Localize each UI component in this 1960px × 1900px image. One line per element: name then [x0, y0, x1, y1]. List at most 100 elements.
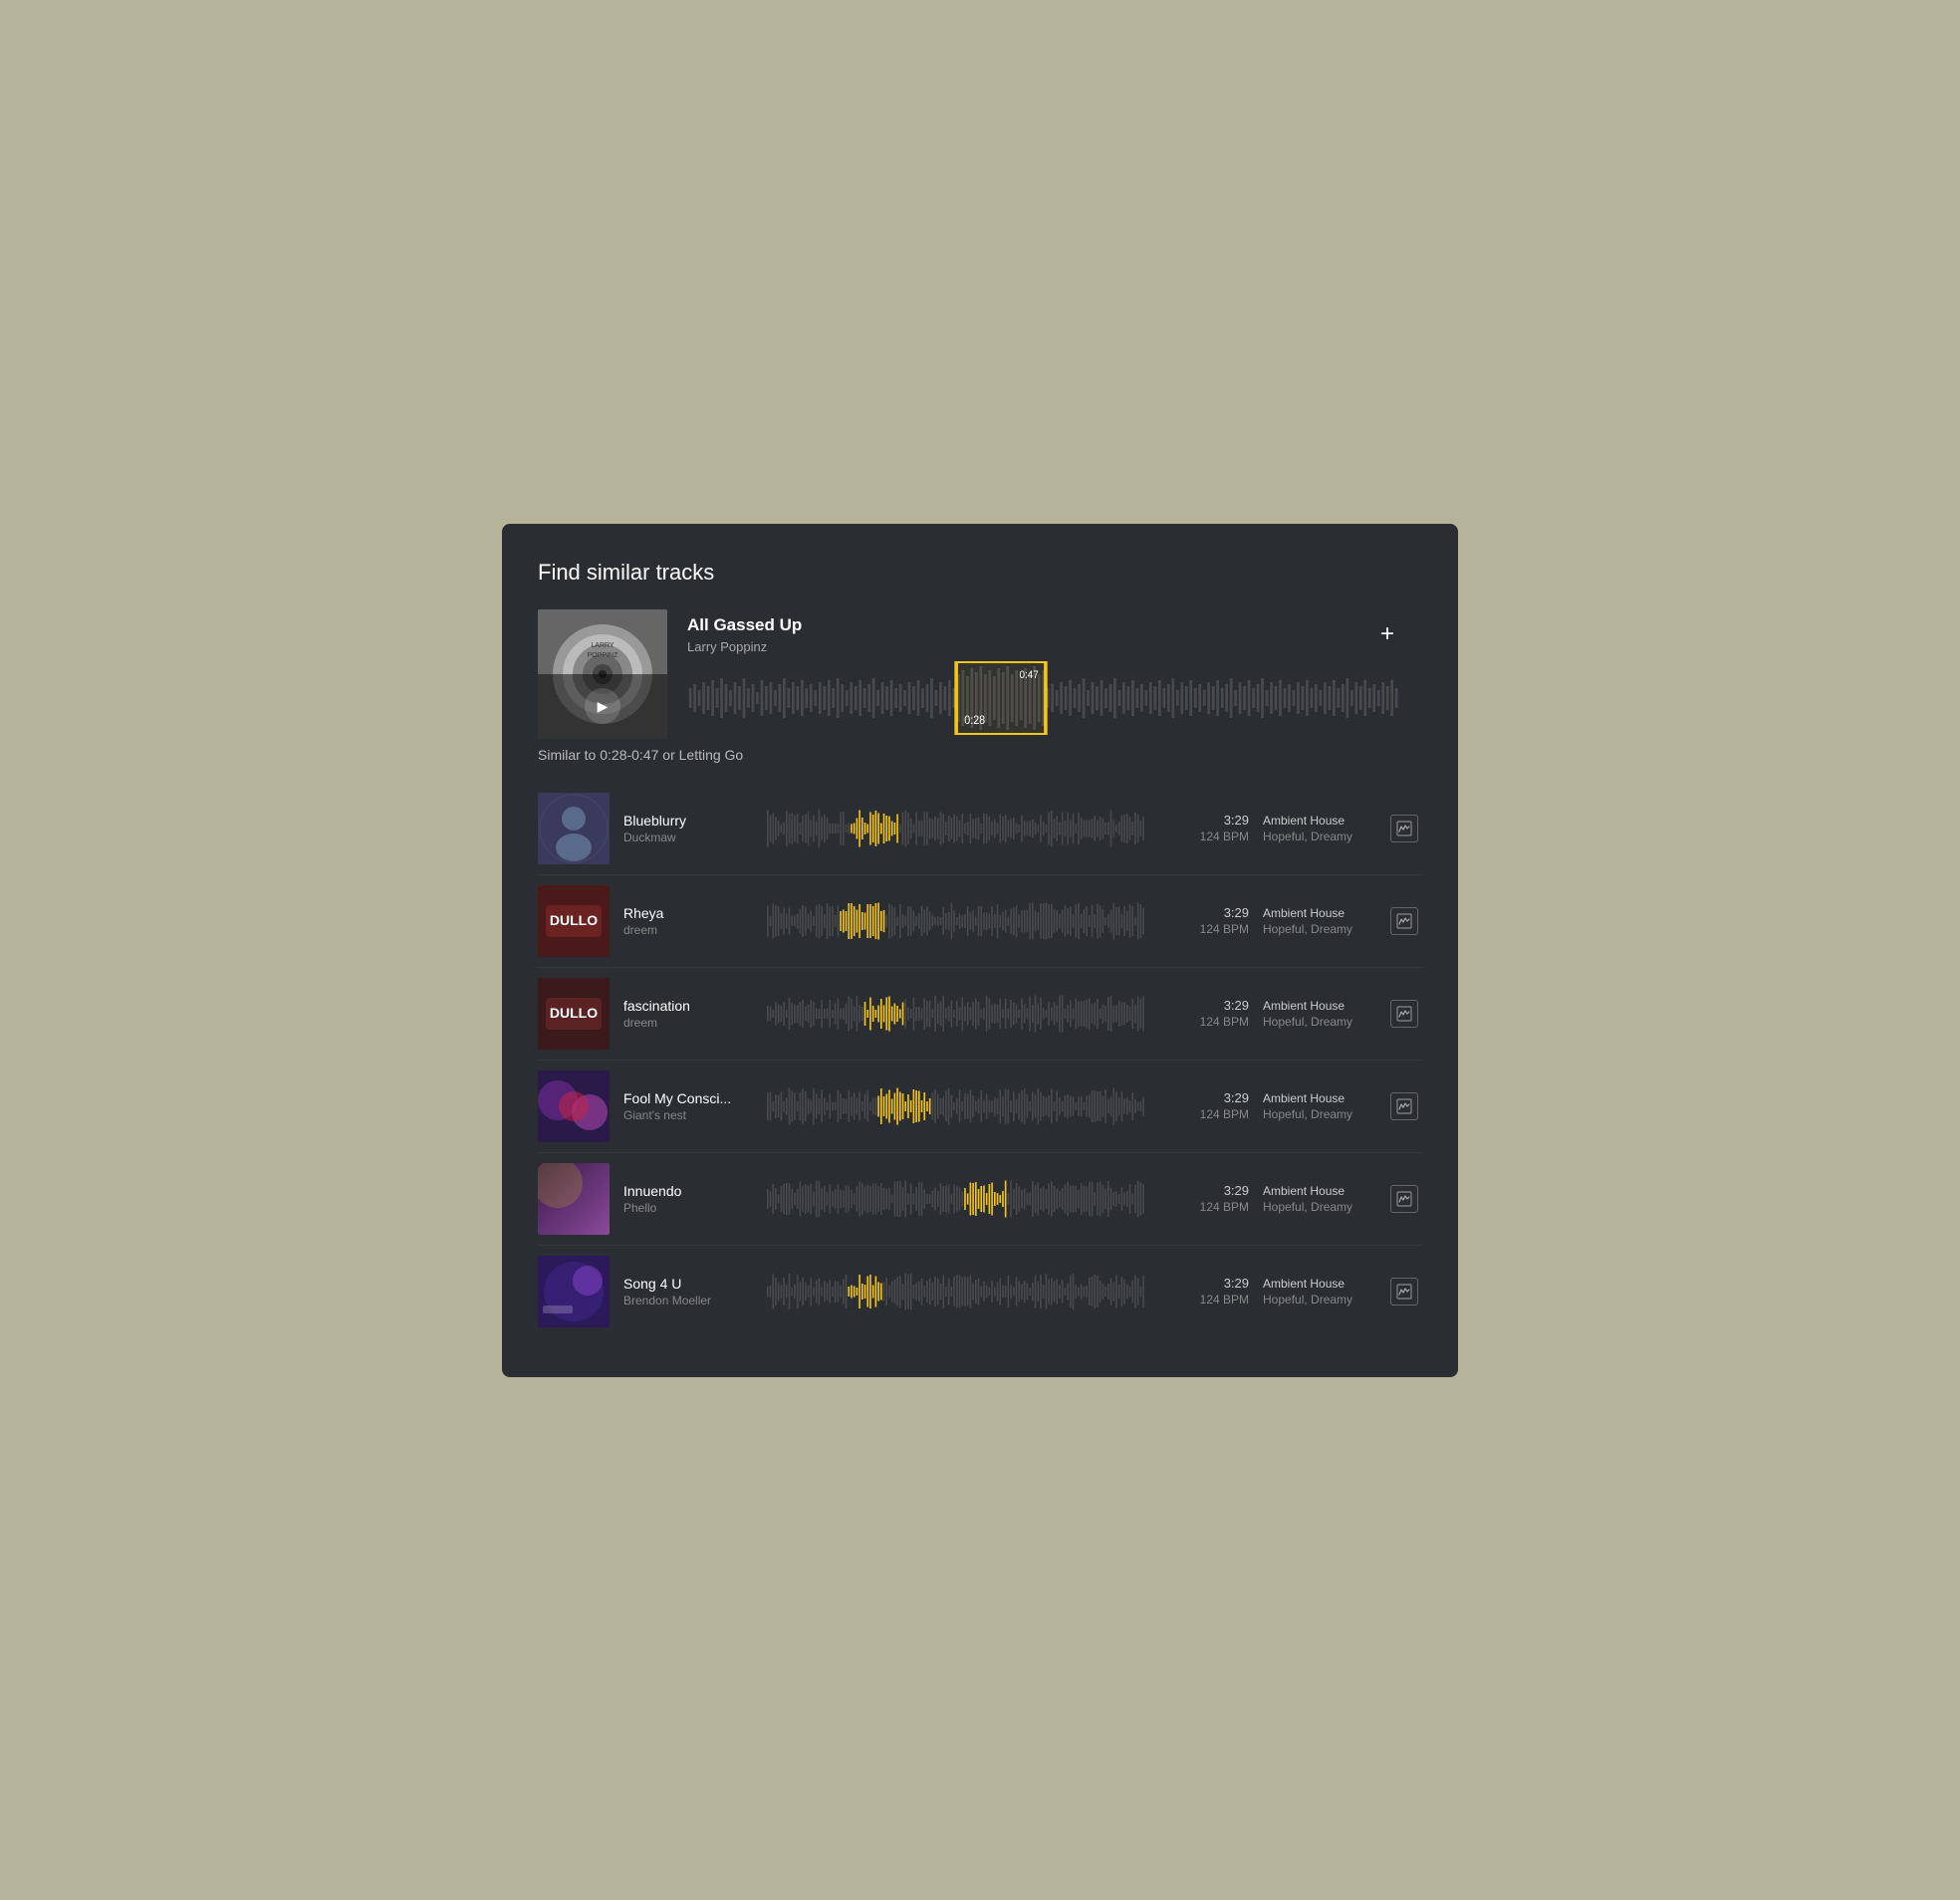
track-action — [1386, 815, 1422, 842]
track-genre-mood: Hopeful, Dreamy — [1263, 922, 1372, 936]
track-names: fascination dreem — [623, 998, 753, 1030]
track-waveform — [767, 1172, 1145, 1226]
hero-waveform-svg: 0:47 0:28 — [687, 660, 1402, 736]
track-row: Innuendo Phello 3:29 124 BPM Ambient Hou… — [538, 1153, 1422, 1246]
track-waveform — [767, 987, 1145, 1041]
hero-track-title: All Gassed Up — [687, 615, 802, 635]
svg-text:DULLO: DULLO — [550, 912, 598, 928]
track-action — [1386, 907, 1422, 935]
track-name: fascination — [623, 998, 753, 1014]
track-genre-name: Ambient House — [1263, 1184, 1372, 1198]
track-meta: 3:29 124 BPM — [1159, 1276, 1249, 1306]
wml-icon[interactable] — [1390, 1092, 1418, 1120]
track-action — [1386, 1092, 1422, 1120]
track-row: Fool My Consci... Giant's nest 3:29 124 … — [538, 1061, 1422, 1153]
track-meta: 3:29 124 BPM — [1159, 1090, 1249, 1121]
svg-text:0:28: 0:28 — [964, 714, 985, 727]
track-genre: Ambient House Hopeful, Dreamy — [1263, 1277, 1372, 1306]
track-duration: 3:29 — [1159, 813, 1249, 828]
track-genre: Ambient House Hopeful, Dreamy — [1263, 906, 1372, 936]
track-action — [1386, 1185, 1422, 1213]
track-duration: 3:29 — [1159, 1276, 1249, 1291]
track-bpm: 124 BPM — [1159, 1293, 1249, 1306]
main-panel: Find similar tracks LARRY POPPINZ ▶ — [502, 524, 1458, 1377]
track-duration: 3:29 — [1159, 905, 1249, 920]
track-artist: Giant's nest — [623, 1108, 753, 1122]
track-bpm: 124 BPM — [1159, 1200, 1249, 1214]
track-duration: 3:29 — [1159, 998, 1249, 1013]
track-waveform — [767, 1265, 1145, 1318]
track-genre: Ambient House Hopeful, Dreamy — [1263, 1184, 1372, 1214]
track-meta: 3:29 124 BPM — [1159, 1183, 1249, 1214]
track-action — [1386, 1000, 1422, 1028]
track-names: Blueblurry Duckmaw — [623, 813, 753, 844]
track-action — [1386, 1278, 1422, 1306]
track-names: Song 4 U Brendon Moeller — [623, 1276, 753, 1307]
track-genre-mood: Hopeful, Dreamy — [1263, 1107, 1372, 1121]
track-names: Fool My Consci... Giant's nest — [623, 1090, 753, 1122]
panel-title: Find similar tracks — [538, 560, 1422, 586]
track-artist: Duckmaw — [623, 831, 753, 844]
track-genre: Ambient House Hopeful, Dreamy — [1263, 999, 1372, 1029]
track-row: DULLO Rheya dreem 3:29 124 BPM Ambient H… — [538, 875, 1422, 968]
track-genre: Ambient House Hopeful, Dreamy — [1263, 1091, 1372, 1121]
track-genre-name: Ambient House — [1263, 814, 1372, 828]
hero-play-overlay: ▶ — [538, 674, 667, 739]
track-names: Innuendo Phello — [623, 1183, 753, 1215]
add-button[interactable]: + — [1372, 616, 1402, 652]
track-waveform — [767, 1079, 1145, 1133]
track-album-art — [538, 1163, 610, 1235]
track-list: Blueblurry Duckmaw 3:29 124 BPM Ambient … — [538, 783, 1422, 1337]
track-artist: Brendon Moeller — [623, 1294, 753, 1307]
track-bpm: 124 BPM — [1159, 1107, 1249, 1121]
track-genre-mood: Hopeful, Dreamy — [1263, 1293, 1372, 1306]
track-meta: 3:29 124 BPM — [1159, 905, 1249, 936]
track-genre-mood: Hopeful, Dreamy — [1263, 1015, 1372, 1029]
track-genre-mood: Hopeful, Dreamy — [1263, 830, 1372, 843]
track-names: Rheya dreem — [623, 905, 753, 937]
play-icon: ▶ — [598, 698, 609, 715]
track-album-art: DULLO — [538, 885, 610, 957]
track-genre-name: Ambient House — [1263, 906, 1372, 920]
track-artist: dreem — [623, 1016, 753, 1030]
track-duration: 3:29 — [1159, 1090, 1249, 1105]
wml-icon[interactable] — [1390, 1000, 1418, 1028]
wml-icon[interactable] — [1390, 907, 1418, 935]
hero-album-art: LARRY POPPINZ ▶ — [538, 609, 667, 739]
wml-icon[interactable] — [1390, 1278, 1418, 1306]
svg-text:POPPINZ: POPPINZ — [588, 652, 618, 659]
track-bpm: 124 BPM — [1159, 1015, 1249, 1029]
hero-play-button[interactable]: ▶ — [585, 688, 620, 724]
track-waveform — [767, 894, 1145, 948]
track-name: Song 4 U — [623, 1276, 753, 1292]
track-genre-mood: Hopeful, Dreamy — [1263, 1200, 1372, 1214]
track-name: Innuendo — [623, 1183, 753, 1199]
track-waveform — [767, 802, 1145, 855]
track-album-art: DULLO — [538, 978, 610, 1050]
svg-text:DULLO: DULLO — [550, 1005, 598, 1021]
track-name: Fool My Consci... — [623, 1090, 753, 1106]
track-genre-name: Ambient House — [1263, 1277, 1372, 1291]
hero-track-artist: Larry Poppinz — [687, 639, 802, 654]
track-row: Song 4 U Brendon Moeller 3:29 124 BPM Am… — [538, 1246, 1422, 1337]
track-genre-name: Ambient House — [1263, 999, 1372, 1013]
svg-text:LARRY: LARRY — [591, 642, 614, 649]
track-meta: 3:29 124 BPM — [1159, 998, 1249, 1029]
track-genre: Ambient House Hopeful, Dreamy — [1263, 814, 1372, 843]
track-bpm: 124 BPM — [1159, 830, 1249, 843]
track-genre-name: Ambient House — [1263, 1091, 1372, 1105]
track-name: Rheya — [623, 905, 753, 921]
track-artist: dreem — [623, 923, 753, 937]
track-row: Blueblurry Duckmaw 3:29 124 BPM Ambient … — [538, 783, 1422, 875]
wml-icon[interactable] — [1390, 1185, 1418, 1213]
track-name: Blueblurry — [623, 813, 753, 829]
hero-waveform-area: 0:47 0:28 — [667, 660, 1422, 736]
track-album-art — [538, 1070, 610, 1142]
track-row: DULLO fascination dreem 3:29 124 BPM Amb… — [538, 968, 1422, 1061]
wml-icon[interactable] — [1390, 815, 1418, 842]
track-bpm: 124 BPM — [1159, 922, 1249, 936]
track-album-art — [538, 1256, 610, 1327]
track-duration: 3:29 — [1159, 1183, 1249, 1198]
similar-label: Similar to 0:28-0:47 or Letting Go — [538, 747, 1422, 763]
track-artist: Phello — [623, 1201, 753, 1215]
